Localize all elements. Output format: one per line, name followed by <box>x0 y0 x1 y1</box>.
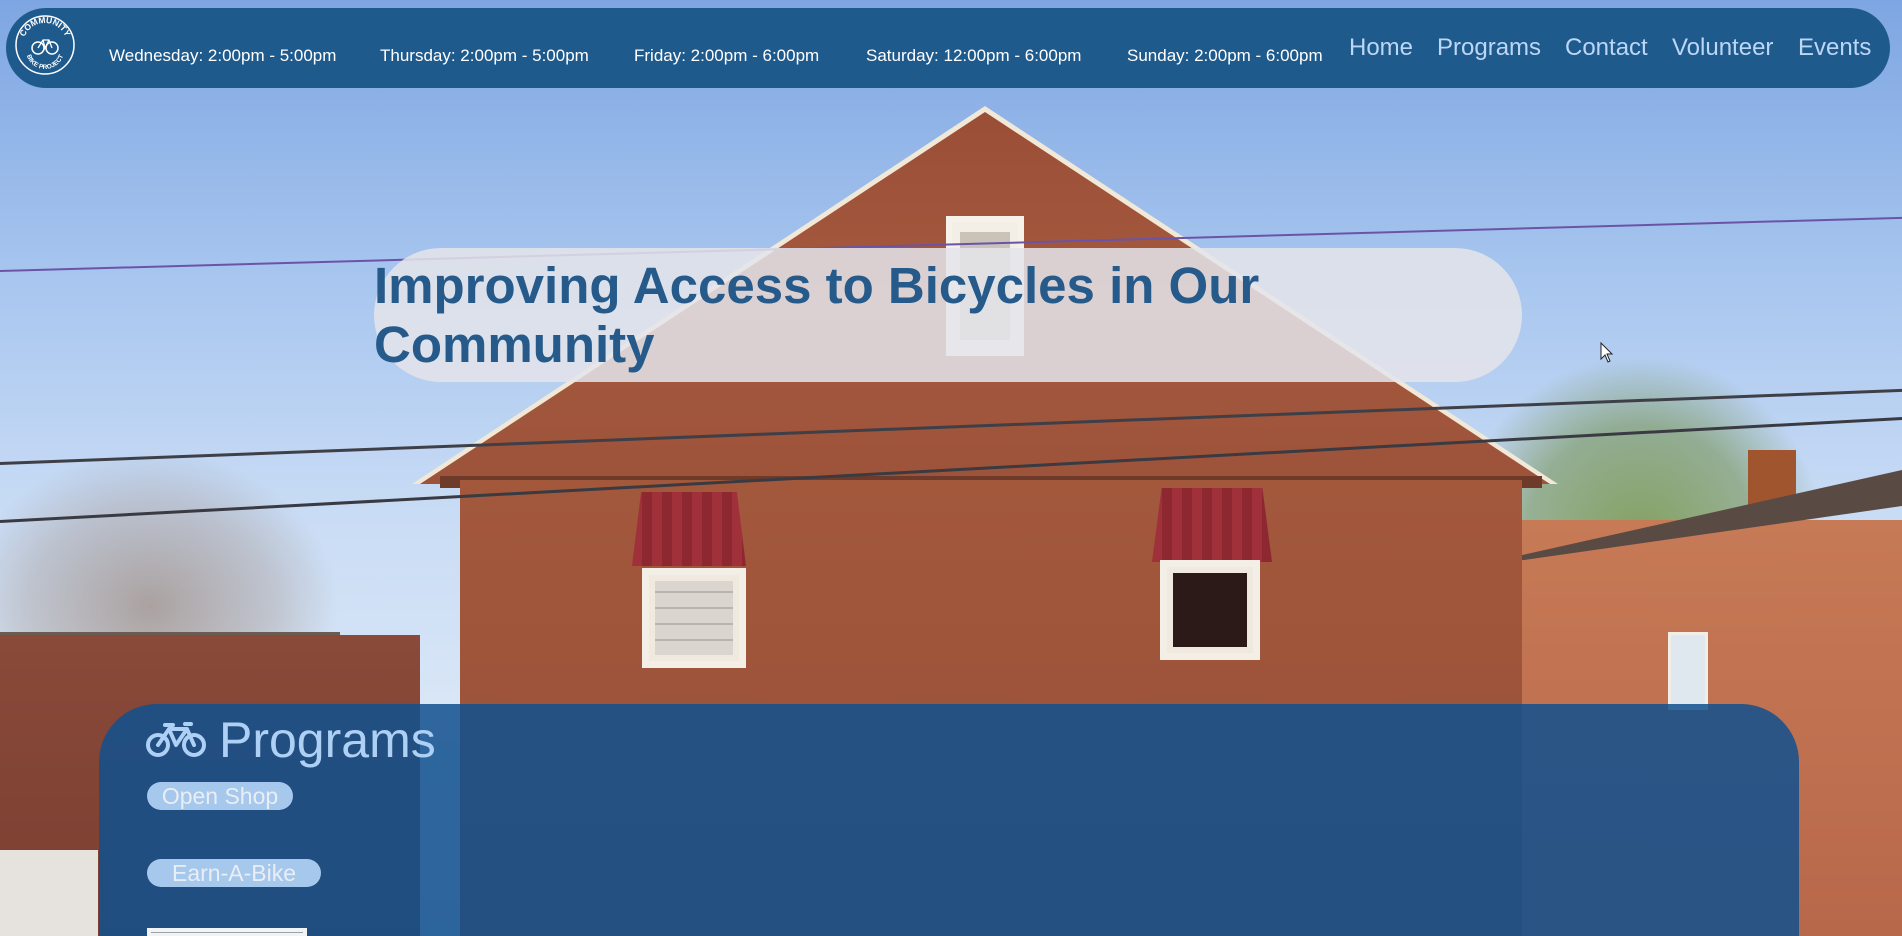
document-thumbnail[interactable] <box>147 928 307 936</box>
window-left <box>642 568 746 668</box>
hero-title: Improving Access to Bicycles in Our Comm… <box>374 257 1260 373</box>
hours-sunday: Sunday: 2:00pm - 6:00pm <box>1127 46 1323 65</box>
nav-link-home[interactable]: Home <box>1349 34 1413 62</box>
community-bike-project-logo[interactable]: COMMUNITY BIKE PROJECT <box>14 14 76 76</box>
garage-door <box>0 850 98 936</box>
programs-heading: Programs <box>145 708 436 772</box>
bicycle-icon <box>146 722 206 757</box>
bicycle-logo-icon: COMMUNITY BIKE PROJECT <box>15 15 75 75</box>
programs-title: Programs <box>219 712 436 768</box>
top-navbar: COMMUNITY BIKE PROJECT Wednesday: 2:00pm… <box>6 8 1890 88</box>
nav-link-programs[interactable]: Programs <box>1437 34 1541 62</box>
hours-thursday: Thursday: 2:00pm - 5:00pm <box>380 46 589 65</box>
hours-friday: Friday: 2:00pm - 6:00pm <box>634 46 820 65</box>
nav-link-events[interactable]: Events <box>1798 34 1871 62</box>
awning-left <box>632 492 746 566</box>
nav-link-contact[interactable]: Contact <box>1565 34 1648 62</box>
nav-link-volunteer[interactable]: Volunteer <box>1672 34 1773 62</box>
hours-saturday: Saturday: 12:00pm - 6:00pm <box>866 46 1082 65</box>
window-right <box>1160 560 1260 660</box>
awning-right <box>1152 488 1272 562</box>
hours-wednesday: Wednesday: 2:00pm - 5:00pm <box>109 46 337 65</box>
earn-a-bike-button[interactable]: Earn-A-Bike <box>147 859 321 887</box>
neighbor-window <box>1668 632 1708 710</box>
hero-title-card: Improving Access to Bicycles in Our Comm… <box>374 248 1522 382</box>
mouse-cursor-icon <box>1600 342 1614 363</box>
programs-panel: Programs Open Shop Earn-A-Bike <box>99 704 1799 936</box>
open-shop-button[interactable]: Open Shop <box>147 782 293 810</box>
